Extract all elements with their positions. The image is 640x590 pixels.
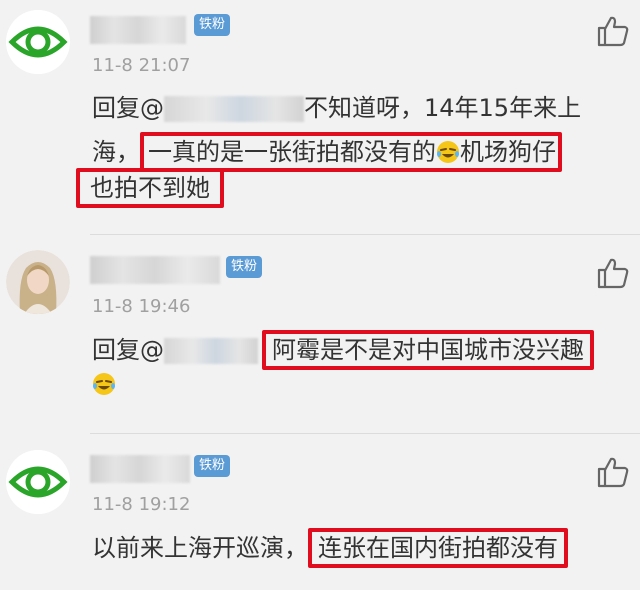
comment-time: 11-8 21:07	[92, 55, 191, 76]
highlight-box: 一真的是一张街拍都没有的 机场狗仔	[140, 132, 562, 172]
username-blurred[interactable]	[90, 455, 190, 483]
comment-text-line1: 回复@ 阿霉是不是对中国城市没兴趣	[92, 330, 594, 370]
fan-badge: 铁粉	[226, 256, 263, 278]
user-avatar	[6, 250, 70, 314]
divider	[90, 433, 640, 434]
username-blurred[interactable]	[90, 16, 186, 44]
highlight-box: 连张在国内街拍都没有	[308, 528, 568, 568]
laughing-crying-emoji	[93, 373, 115, 395]
thumbs-up-icon	[597, 16, 629, 47]
comment-text-line3: 也拍不到她	[76, 168, 224, 208]
comment-text-line1: 以前来上海开巡演， 连张在国内街拍都没有	[92, 528, 568, 568]
fan-badge: 铁粉	[194, 455, 231, 477]
reply-prefix: 回复@	[92, 94, 164, 122]
comment-text: 以前来上海开巡演，	[92, 534, 308, 562]
mention-blurred[interactable]	[164, 96, 304, 122]
avatar[interactable]	[6, 250, 70, 314]
divider	[90, 234, 640, 235]
comment-text-line2: 海， 一真的是一张街拍都没有的 机场狗仔	[92, 132, 562, 172]
avatar[interactable]	[6, 10, 70, 74]
comment-time: 11-8 19:12	[92, 494, 191, 515]
thumbs-up-icon	[597, 258, 629, 289]
like-button[interactable]	[596, 14, 630, 48]
comment-text: 不知道呀，14年15年来上	[304, 94, 582, 122]
fan-badge: 铁粉	[194, 14, 231, 36]
comment-text: 海，	[92, 138, 140, 166]
highlight-box: 阿霉是不是对中国城市没兴趣	[262, 330, 594, 370]
thumbs-up-icon	[597, 457, 629, 488]
reply-prefix: 回复@	[92, 336, 164, 364]
laughing-crying-emoji	[437, 141, 459, 163]
avatar[interactable]	[6, 450, 70, 514]
username-blurred[interactable]	[90, 256, 220, 284]
comment-text-line2	[92, 364, 116, 404]
mention-blurred[interactable]	[164, 338, 258, 364]
like-button[interactable]	[596, 455, 630, 489]
eye-icon	[6, 450, 70, 514]
comment-text-line1: 回复@ 不知道呀，14年15年来上	[92, 88, 581, 128]
highlight-box: 也拍不到她	[76, 168, 224, 208]
eye-icon	[6, 10, 70, 74]
comment-time: 11-8 19:46	[92, 296, 191, 317]
like-button[interactable]	[596, 256, 630, 290]
